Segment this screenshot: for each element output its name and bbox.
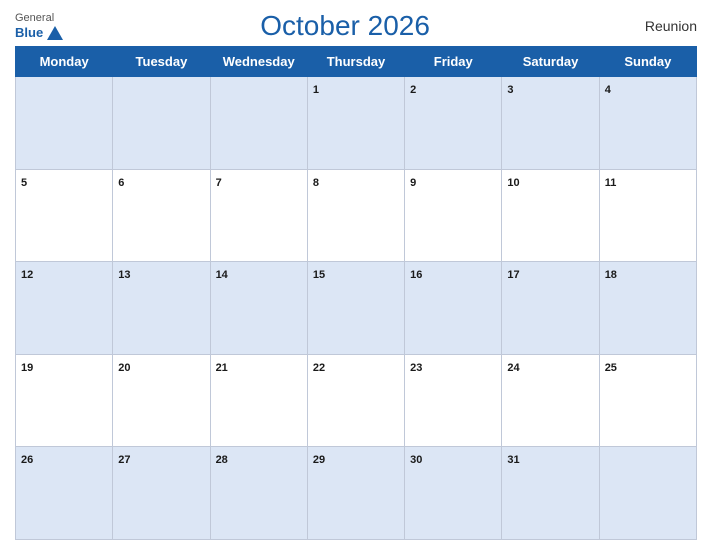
calendar-cell: 20 xyxy=(113,354,210,447)
calendar-cell: 13 xyxy=(113,262,210,355)
day-number: 2 xyxy=(410,84,416,96)
weekday-monday: Monday xyxy=(16,47,113,77)
calendar-week-row: 12 13 14 15 16 17 18 xyxy=(16,262,697,355)
calendar-cell xyxy=(16,77,113,170)
weekday-thursday: Thursday xyxy=(307,47,404,77)
day-number: 25 xyxy=(605,362,617,374)
day-number: 27 xyxy=(118,454,130,466)
calendar-cell: 14 xyxy=(210,262,307,355)
calendar-week-row: 1 2 3 4 xyxy=(16,77,697,170)
calendar-cell: 15 xyxy=(307,262,404,355)
calendar-cell: 11 xyxy=(599,169,696,262)
calendar-cell: 25 xyxy=(599,354,696,447)
day-number: 15 xyxy=(313,269,325,281)
day-number: 3 xyxy=(507,84,513,96)
calendar-header: General Blue October 2026 Reunion xyxy=(15,10,697,42)
day-number: 18 xyxy=(605,269,617,281)
day-number: 30 xyxy=(410,454,422,466)
calendar-cell xyxy=(210,77,307,170)
day-number: 12 xyxy=(21,269,33,281)
day-number: 21 xyxy=(216,362,228,374)
calendar-week-row: 26 27 28 29 30 31 xyxy=(16,447,697,540)
calendar-cell: 18 xyxy=(599,262,696,355)
calendar-cell: 22 xyxy=(307,354,404,447)
weekday-saturday: Saturday xyxy=(502,47,599,77)
calendar-cell: 12 xyxy=(16,262,113,355)
calendar-cell: 29 xyxy=(307,447,404,540)
calendar-cell: 1 xyxy=(307,77,404,170)
day-number: 23 xyxy=(410,362,422,374)
calendar-title: October 2026 xyxy=(260,10,430,42)
day-number: 24 xyxy=(507,362,519,374)
calendar-cell: 23 xyxy=(405,354,502,447)
day-number: 9 xyxy=(410,177,416,189)
day-number: 1 xyxy=(313,84,319,96)
calendar-cell: 9 xyxy=(405,169,502,262)
calendar-week-row: 5 6 7 8 9 10 11 xyxy=(16,169,697,262)
day-number: 19 xyxy=(21,362,33,374)
logo-triangle-icon xyxy=(47,26,63,40)
calendar-cell: 24 xyxy=(502,354,599,447)
calendar-cell xyxy=(599,447,696,540)
region-label: Reunion xyxy=(627,18,697,34)
logo-blue-text: Blue xyxy=(15,25,63,40)
day-number: 13 xyxy=(118,269,130,281)
calendar-cell: 5 xyxy=(16,169,113,262)
calendar-cell: 28 xyxy=(210,447,307,540)
calendar-cell: 3 xyxy=(502,77,599,170)
weekday-sunday: Sunday xyxy=(599,47,696,77)
day-number: 4 xyxy=(605,84,611,96)
weekday-header-row: MondayTuesdayWednesdayThursdayFridaySatu… xyxy=(16,47,697,77)
logo-general-text: General xyxy=(15,12,54,25)
calendar-cell: 27 xyxy=(113,447,210,540)
day-number: 26 xyxy=(21,454,33,466)
calendar-cell: 26 xyxy=(16,447,113,540)
calendar-table: MondayTuesdayWednesdayThursdayFridaySatu… xyxy=(15,46,697,540)
day-number: 28 xyxy=(216,454,228,466)
calendar-cell: 2 xyxy=(405,77,502,170)
day-number: 5 xyxy=(21,177,27,189)
day-number: 8 xyxy=(313,177,319,189)
day-number: 20 xyxy=(118,362,130,374)
calendar-cell: 17 xyxy=(502,262,599,355)
calendar-cell: 6 xyxy=(113,169,210,262)
day-number: 10 xyxy=(507,177,519,189)
weekday-wednesday: Wednesday xyxy=(210,47,307,77)
day-number: 17 xyxy=(507,269,519,281)
logo: General Blue xyxy=(15,12,63,40)
calendar-cell: 31 xyxy=(502,447,599,540)
day-number: 11 xyxy=(605,177,617,189)
calendar-cell: 4 xyxy=(599,77,696,170)
day-number: 29 xyxy=(313,454,325,466)
calendar-cell: 21 xyxy=(210,354,307,447)
day-number: 16 xyxy=(410,269,422,281)
weekday-friday: Friday xyxy=(405,47,502,77)
weekday-tuesday: Tuesday xyxy=(113,47,210,77)
calendar-cell: 30 xyxy=(405,447,502,540)
calendar-cell: 16 xyxy=(405,262,502,355)
day-number: 7 xyxy=(216,177,222,189)
day-number: 22 xyxy=(313,362,325,374)
calendar-cell: 8 xyxy=(307,169,404,262)
calendar-week-row: 19 20 21 22 23 24 25 xyxy=(16,354,697,447)
calendar-cell: 7 xyxy=(210,169,307,262)
calendar-cell xyxy=(113,77,210,170)
calendar-cell: 19 xyxy=(16,354,113,447)
day-number: 14 xyxy=(216,269,228,281)
calendar-cell: 10 xyxy=(502,169,599,262)
day-number: 6 xyxy=(118,177,124,189)
day-number: 31 xyxy=(507,454,519,466)
